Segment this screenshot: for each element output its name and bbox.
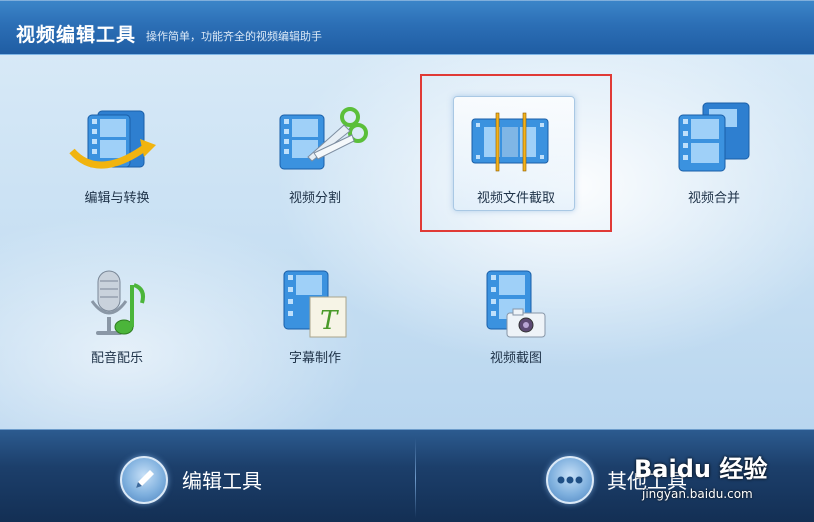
microphone-music-icon — [90, 270, 145, 335]
tool-grid: 编辑与转换 视频分割 视频文件截取 视频合并 配音配乐 T 字幕制作 视频截图 — [0, 55, 814, 429]
film-merge-icon — [678, 102, 750, 172]
tool-label: 字幕制作 — [288, 351, 341, 366]
pencil-icon — [136, 470, 154, 488]
tool-dubbing[interactable]: 配音配乐 — [52, 267, 182, 377]
highlight-box — [420, 74, 612, 232]
tool-split[interactable]: 视频分割 — [250, 107, 380, 217]
app-title: 视频编辑工具 — [16, 24, 137, 46]
film-text-icon: T — [283, 270, 347, 338]
film-camera-icon — [486, 270, 546, 338]
tool-label: 视频合并 — [687, 191, 740, 206]
tool-label: 视频分割 — [288, 191, 341, 206]
watermark-url: jingyan.baidu.com — [642, 487, 753, 501]
bottom-divider — [415, 438, 416, 518]
tool-label: 编辑与转换 — [84, 191, 150, 206]
edit-tools-label[interactable]: 编辑工具 — [182, 465, 262, 494]
svg-text:T: T — [320, 306, 339, 336]
watermark-logo: Baidu 经验 — [634, 455, 768, 483]
tool-screenshot[interactable]: 视频截图 — [451, 267, 581, 377]
film-scissors-icon — [279, 107, 368, 170]
other-tools-button[interactable] — [546, 456, 594, 504]
film-convert-icon — [69, 110, 156, 169]
tool-subtitle[interactable]: T 字幕制作 — [250, 267, 380, 377]
tool-label: 视频截图 — [489, 351, 542, 366]
baidu-watermark: Baidu 经验 jingyan.baidu.com — [634, 449, 774, 509]
tool-merge[interactable]: 视频合并 — [649, 102, 779, 217]
more-dots-icon — [557, 476, 583, 484]
edit-tools-button[interactable] — [120, 456, 168, 504]
app-subtitle: 操作简单，功能齐全的视频编辑助手 — [146, 30, 322, 43]
app-header: 视频编辑工具 操作简单，功能齐全的视频编辑助手 — [0, 0, 814, 55]
tool-edit-convert[interactable]: 编辑与转换 — [52, 107, 182, 217]
tool-label: 配音配乐 — [90, 351, 143, 366]
